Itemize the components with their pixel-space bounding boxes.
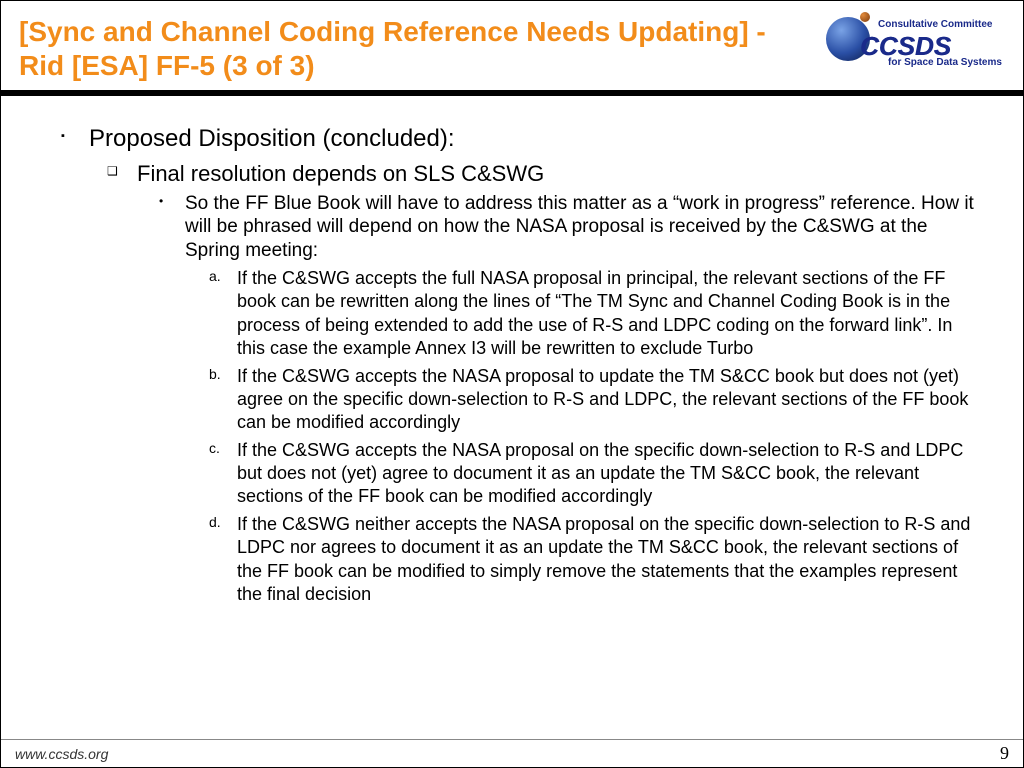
- list-item-text: If the C&SWG accepts the full NASA propo…: [237, 268, 952, 358]
- bullet-l2: Final resolution depends on SLS C&SWG So…: [107, 160, 985, 606]
- logo-bottom-text: for Space Data Systems: [888, 57, 1002, 68]
- logo-top-text: Consultative Committee: [878, 19, 992, 30]
- list-item-text: If the C&SWG accepts the NASA proposal t…: [237, 366, 968, 433]
- ccsds-logo: Consultative Committee CCSDS for Space D…: [810, 15, 1005, 73]
- list-marker: c.: [209, 439, 231, 457]
- list-item: d. If the C&SWG neither accepts the NASA…: [209, 513, 985, 607]
- header: [Sync and Channel Coding Reference Needs…: [1, 1, 1023, 90]
- bullet-l2-text: Final resolution depends on SLS C&SWG: [137, 161, 544, 186]
- list-item: c. If the C&SWG accepts the NASA proposa…: [209, 439, 985, 509]
- list-marker: d.: [209, 513, 231, 531]
- footer: www.ccsds.org 9: [1, 739, 1023, 767]
- list-marker: b.: [209, 365, 231, 383]
- list-marker: a.: [209, 267, 231, 285]
- footer-url: www.ccsds.org: [15, 746, 108, 762]
- bullet-l3: So the FF Blue Book will have to address…: [159, 192, 985, 607]
- list-item-text: If the C&SWG accepts the NASA proposal o…: [237, 440, 963, 507]
- bullet-l1: Proposed Disposition (concluded): Final …: [61, 124, 985, 606]
- page-number: 9: [1000, 743, 1009, 764]
- bullet-l3-text: So the FF Blue Book will have to address…: [185, 193, 974, 262]
- logo-moon-icon: [860, 12, 870, 22]
- slide: [Sync and Channel Coding Reference Needs…: [0, 0, 1024, 768]
- body: Proposed Disposition (concluded): Final …: [1, 96, 1023, 739]
- bullet-l1-text: Proposed Disposition (concluded):: [89, 125, 455, 152]
- list-item: b. If the C&SWG accepts the NASA proposa…: [209, 365, 985, 435]
- list-item: a. If the C&SWG accepts the full NASA pr…: [209, 267, 985, 361]
- list-item-text: If the C&SWG neither accepts the NASA pr…: [237, 514, 970, 604]
- lettered-list: a. If the C&SWG accepts the full NASA pr…: [185, 267, 985, 606]
- slide-title: [Sync and Channel Coding Reference Needs…: [19, 15, 800, 82]
